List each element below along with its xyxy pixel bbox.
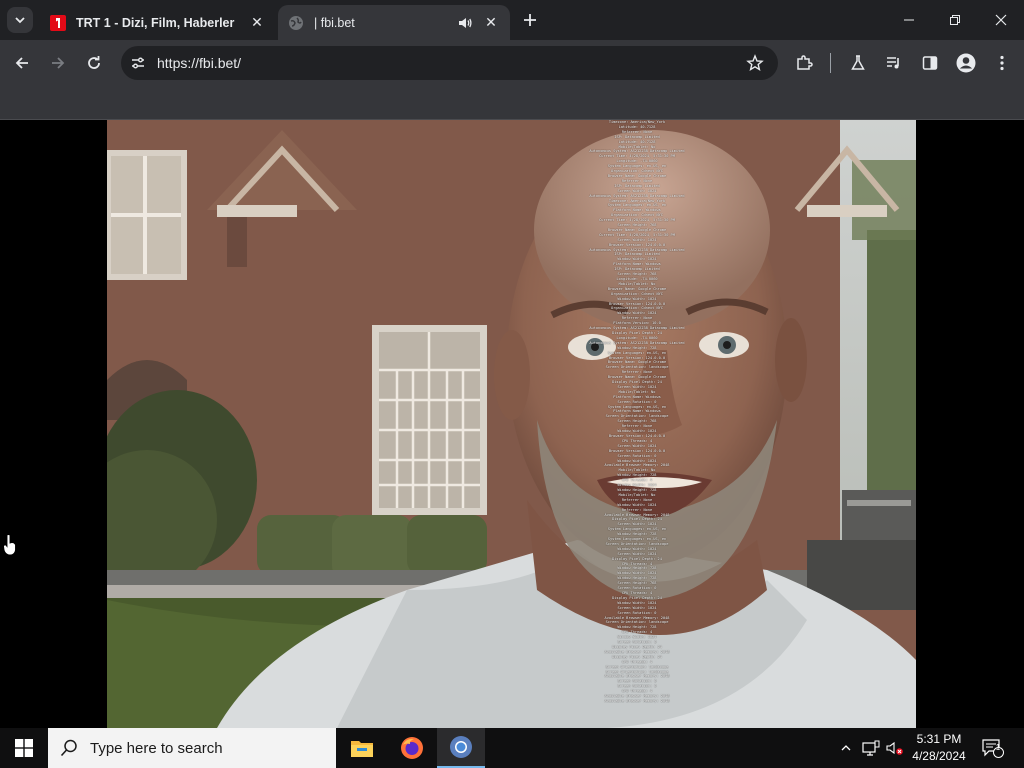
notification-count: 1	[995, 743, 1001, 752]
minimize-button[interactable]	[886, 0, 932, 40]
search-icon	[60, 739, 77, 757]
tab-title: | fbi.bet	[314, 15, 355, 30]
restore-icon	[950, 15, 960, 25]
tab-title: TRT 1 - Dizi, Film, Haberler	[76, 15, 235, 30]
windows-taskbar: Type here to search 5:31 PM 4/28/2024 1	[0, 728, 1024, 768]
volume-muted-icon	[886, 741, 903, 755]
side-panel-icon[interactable]	[920, 53, 940, 73]
network-button[interactable]	[860, 728, 882, 768]
site-info-icon[interactable]	[129, 54, 147, 72]
clock-date: 4/28/2024	[912, 749, 966, 763]
plus-icon	[524, 14, 536, 26]
globe-icon	[288, 15, 304, 31]
bookmark-star-icon[interactable]	[746, 54, 764, 72]
tab-trt1[interactable]: TRT 1 - Dizi, Film, Haberler ✕	[40, 5, 276, 40]
url-text: https://fbi.bet/	[157, 55, 242, 71]
tab-fbi-bet[interactable]: | fbi.bet ✕	[278, 5, 510, 40]
menu-kebab-icon[interactable]	[992, 53, 1012, 73]
taskbar-firefox[interactable]	[388, 728, 436, 768]
windows-logo-icon	[15, 739, 33, 757]
browser-toolbar: https://fbi.bet/	[0, 40, 1024, 86]
taskbar-chrome[interactable]	[437, 728, 485, 768]
taskbar-file-explorer[interactable]	[338, 728, 386, 768]
forward-button[interactable]	[44, 49, 72, 77]
fingerprint-line: Available Browser Memory: 2048	[604, 698, 670, 703]
fingerprint-text-overlay: Timezone: America/New_York Latitude: 40.7…	[547, 120, 727, 728]
trt1-logo-icon	[50, 14, 66, 31]
toolbar-divider	[830, 53, 831, 73]
page-content: Timezone: America/New_York Latitude: 40.7…	[0, 120, 1024, 728]
chevron-down-icon	[15, 17, 25, 24]
profile-avatar-icon[interactable]	[956, 53, 976, 73]
network-icon	[862, 740, 880, 756]
firefox-icon	[401, 737, 423, 759]
close-tab-icon[interactable]: ✕	[482, 14, 500, 32]
chevron-up-icon	[841, 745, 851, 751]
tab-search-button[interactable]	[7, 7, 33, 33]
speaker-icon[interactable]	[456, 14, 474, 32]
clock-time: 5:31 PM	[916, 732, 962, 746]
media-controls-icon[interactable]	[884, 53, 904, 73]
hand-cursor-icon	[3, 534, 16, 556]
address-bar[interactable]: https://fbi.bet/	[121, 46, 778, 80]
bookmarks-bar	[0, 86, 1024, 120]
arrow-right-icon	[52, 57, 65, 69]
search-placeholder: Type here to search	[90, 739, 223, 757]
volume-button[interactable]	[884, 728, 906, 768]
system-clock[interactable]: 5:31 PM 4/28/2024	[906, 731, 972, 765]
show-hidden-icons-button[interactable]	[836, 728, 856, 768]
start-button[interactable]	[0, 728, 48, 768]
taskbar-search-box[interactable]: Type here to search	[48, 728, 336, 768]
minimize-icon	[904, 19, 914, 21]
close-window-button[interactable]	[978, 0, 1024, 40]
tab-strip: TRT 1 - Dizi, Film, Haberler ✕ | fbi.bet…	[0, 0, 1024, 40]
close-tab-icon[interactable]: ✕	[248, 14, 266, 32]
video-player[interactable]: Timezone: America/New_York Latitude: 40.7…	[107, 120, 916, 728]
reload-button[interactable]	[80, 49, 108, 77]
close-icon	[995, 14, 1007, 26]
labs-flask-icon[interactable]	[848, 53, 868, 73]
restore-button[interactable]	[932, 0, 978, 40]
notification-center-button[interactable]: 1	[978, 728, 1008, 768]
back-button[interactable]	[8, 49, 36, 77]
chrome-icon	[450, 736, 472, 758]
video-frame-image	[107, 120, 916, 728]
file-explorer-icon	[351, 741, 373, 757]
extensions-icon[interactable]	[794, 53, 814, 73]
reload-icon	[88, 56, 100, 69]
arrow-left-icon	[15, 57, 28, 69]
new-tab-button[interactable]	[519, 9, 541, 31]
